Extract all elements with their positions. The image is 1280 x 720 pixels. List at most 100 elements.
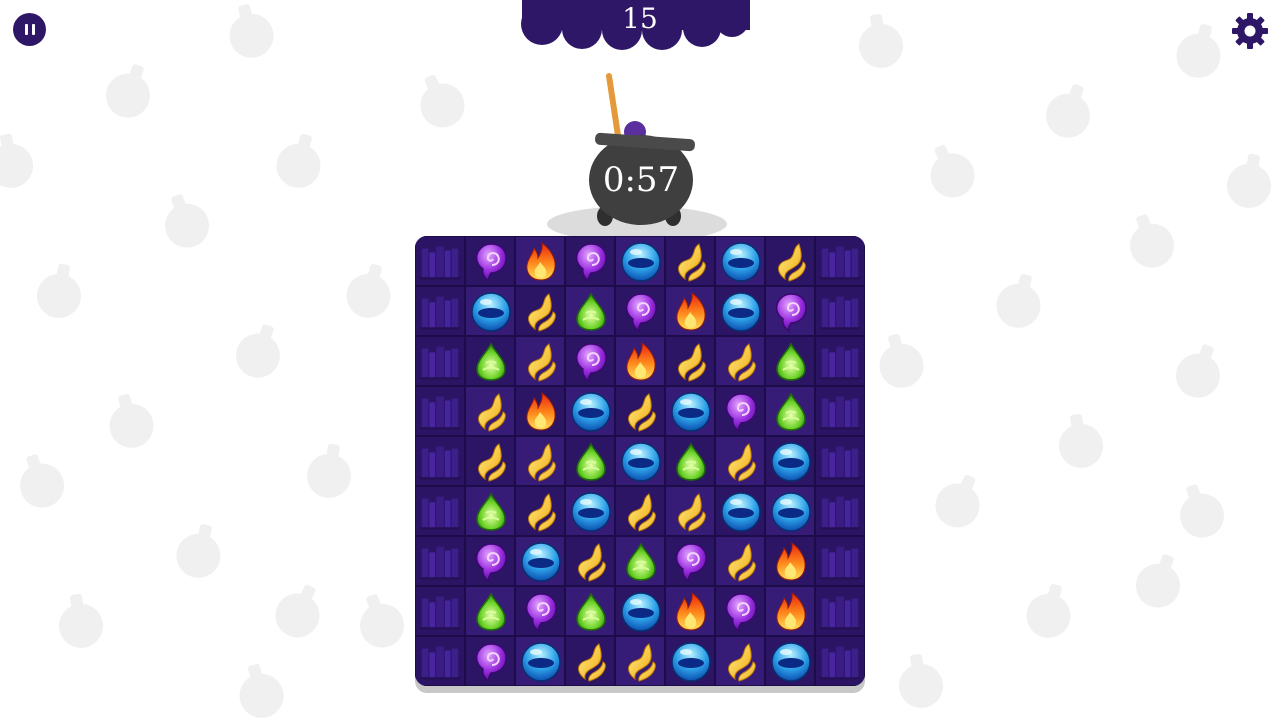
board-cell[interactable] (465, 286, 515, 336)
board-cell[interactable] (615, 636, 665, 686)
board-cell[interactable] (665, 586, 715, 636)
bookshelf-decoration-icon (419, 396, 461, 430)
blue-orb-gem-icon (471, 292, 511, 332)
board-cell[interactable] (465, 336, 515, 386)
board-cell[interactable] (665, 636, 715, 686)
board-cell[interactable] (615, 286, 665, 336)
board-cell[interactable] (565, 636, 615, 686)
board-cell[interactable] (615, 486, 665, 536)
board-cell[interactable] (715, 486, 765, 536)
board-cell[interactable] (565, 336, 615, 386)
board-side-right (815, 336, 865, 386)
board-cell[interactable] (665, 386, 715, 436)
board-cell[interactable] (765, 486, 815, 536)
board-cell[interactable] (465, 236, 515, 286)
board-cell[interactable] (715, 286, 765, 336)
board-cell[interactable] (565, 486, 615, 536)
bookshelf-decoration-icon (419, 246, 461, 280)
board-cell[interactable] (615, 336, 665, 386)
settings-button[interactable] (1230, 11, 1270, 51)
board-cell[interactable] (465, 636, 515, 686)
board-cell[interactable] (665, 486, 715, 536)
board-cell[interactable] (615, 386, 665, 436)
board-cell[interactable] (615, 536, 665, 586)
board-cell[interactable] (715, 436, 765, 486)
board-cell[interactable] (665, 436, 715, 486)
green-drop-gem-icon (576, 442, 606, 481)
board-cell[interactable] (765, 386, 815, 436)
bookshelf-decoration-icon (419, 546, 461, 580)
fire-gem-icon (776, 541, 806, 581)
board-cell[interactable] (765, 586, 815, 636)
bookshelf-decoration-icon (419, 646, 461, 680)
fire-gem-icon (676, 591, 706, 631)
board-cell[interactable] (765, 536, 815, 586)
board-cell[interactable] (765, 286, 815, 336)
board-cell[interactable] (665, 236, 715, 286)
blue-orb-gem-icon (571, 392, 611, 432)
board-side-left (415, 236, 465, 286)
board-cell[interactable] (515, 586, 565, 636)
board-cell[interactable] (615, 586, 665, 636)
board-cell[interactable] (515, 286, 565, 336)
yellow-wave-gem-icon (728, 443, 756, 482)
yellow-wave-gem-icon (628, 643, 656, 682)
board-cell[interactable] (665, 536, 715, 586)
blue-orb-gem-icon (521, 642, 561, 682)
bookshelf-decoration-icon (819, 596, 861, 630)
board-cell[interactable] (765, 436, 815, 486)
board-cell[interactable] (515, 536, 565, 586)
board-cell[interactable] (515, 386, 565, 436)
purple-swirl-gem-icon (475, 543, 507, 583)
board-cell[interactable] (715, 336, 765, 386)
bookshelf-decoration-icon (819, 396, 861, 430)
board-side-left (415, 536, 465, 586)
board-side-left (415, 486, 465, 536)
purple-swirl-gem-icon (625, 293, 657, 333)
board-cell[interactable] (465, 586, 515, 636)
board-cell[interactable] (715, 636, 765, 686)
board-cell[interactable] (765, 236, 815, 286)
board-cell[interactable] (465, 486, 515, 536)
board-cell[interactable] (465, 436, 515, 486)
board-cell[interactable] (565, 586, 615, 636)
green-drop-gem-icon (476, 492, 506, 531)
yellow-wave-gem-icon (528, 443, 556, 482)
board-cell[interactable] (665, 336, 715, 386)
gear-icon (1232, 13, 1268, 49)
board-cell[interactable] (715, 586, 765, 636)
board-cell[interactable] (715, 236, 765, 286)
board-cell[interactable] (465, 536, 515, 586)
board-cell[interactable] (765, 336, 815, 386)
board-cell[interactable] (515, 486, 565, 536)
board-cell[interactable] (765, 636, 815, 686)
board-cell[interactable] (565, 536, 615, 586)
bookshelf-decoration-icon (819, 496, 861, 530)
yellow-wave-gem-icon (678, 243, 706, 282)
board-side-right (815, 636, 865, 686)
board-cell[interactable] (465, 386, 515, 436)
fire-gem-icon (676, 291, 706, 331)
yellow-wave-gem-icon (478, 443, 506, 482)
board-cell[interactable] (565, 236, 615, 286)
blue-orb-gem-icon (521, 542, 561, 582)
board-cell[interactable] (615, 436, 665, 486)
yellow-wave-gem-icon (528, 343, 556, 382)
board-cell[interactable] (515, 636, 565, 686)
board-cell[interactable] (565, 286, 615, 336)
board-cell[interactable] (565, 436, 615, 486)
board-cell[interactable] (565, 386, 615, 436)
board-cell[interactable] (615, 236, 665, 286)
board-cell[interactable] (715, 386, 765, 436)
blue-orb-gem-icon (721, 242, 761, 282)
green-drop-gem-icon (626, 542, 656, 581)
green-drop-gem-icon (776, 342, 806, 381)
board-cell[interactable] (665, 286, 715, 336)
fire-gem-icon (526, 241, 556, 281)
pause-button[interactable] (13, 13, 46, 46)
board-cell[interactable] (515, 236, 565, 286)
yellow-wave-gem-icon (578, 643, 606, 682)
board-cell[interactable] (515, 336, 565, 386)
board-cell[interactable] (715, 536, 765, 586)
board-cell[interactable] (515, 436, 565, 486)
